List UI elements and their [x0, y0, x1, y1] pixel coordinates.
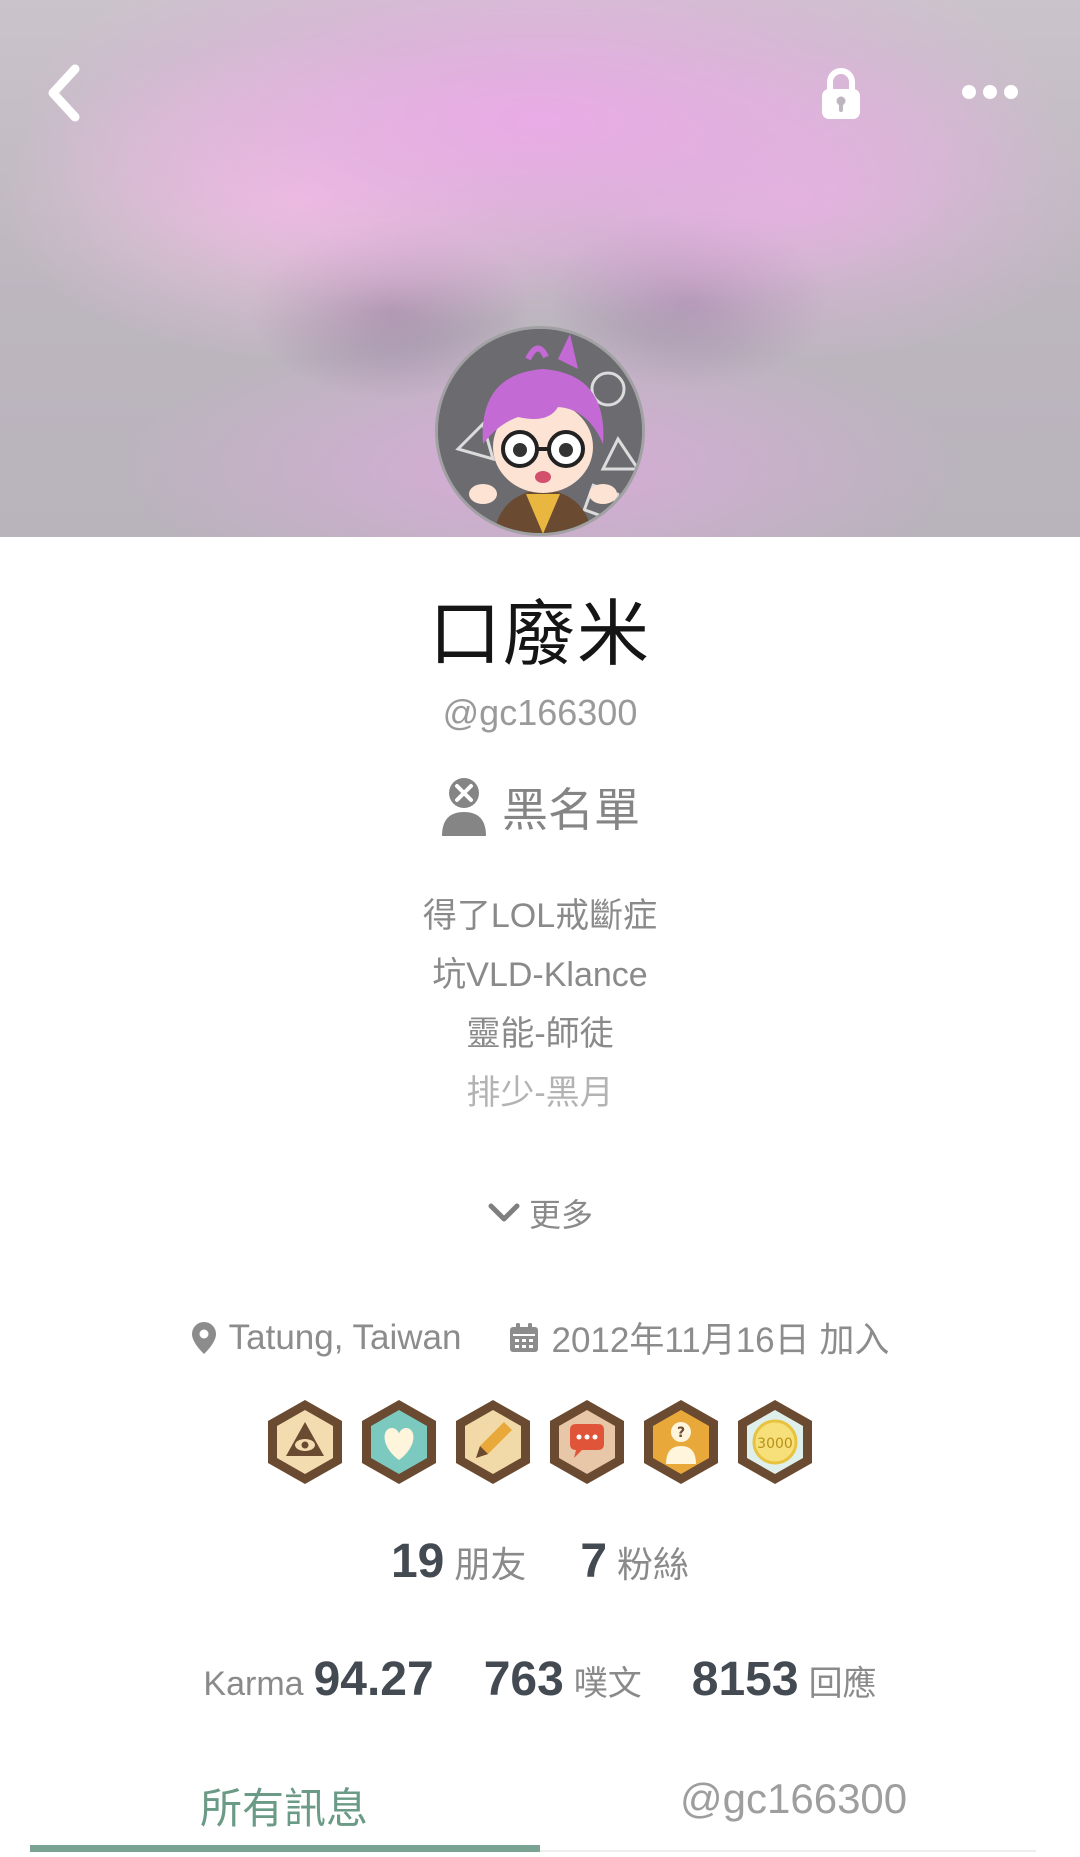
- badge-3000-text: 3000: [757, 1436, 793, 1452]
- location-text: Tatung, Taiwan: [228, 1317, 462, 1357]
- karma-value: 94.27: [313, 1653, 434, 1706]
- tab-mentions[interactable]: @gc166300: [680, 1775, 907, 1823]
- chevron-down-icon: [488, 1203, 520, 1222]
- plurks-count: 763: [483, 1653, 564, 1706]
- eye-triangle-badge[interactable]: [266, 1398, 344, 1486]
- svg-text:?: ?: [677, 1425, 685, 1441]
- calendar-icon: [509, 1322, 538, 1352]
- active-tab-indicator: [30, 1845, 540, 1852]
- more-options-button[interactable]: [950, 62, 1030, 122]
- show-more-button[interactable]: 更多: [0, 1190, 1080, 1236]
- karma-label: Karma: [203, 1665, 304, 1703]
- activity-stats: Karma 94.27 763 噗文 8153 回應: [0, 1652, 1080, 1707]
- join-date-text: 2012年11月16日 加入: [551, 1321, 890, 1360]
- user-blocked-icon: [442, 778, 486, 836]
- fans-count[interactable]: 7: [580, 1534, 607, 1589]
- bio-line: 得了LOL戒斷症: [422, 897, 658, 935]
- more-dots-icon: [962, 85, 1018, 99]
- tab-all-messages[interactable]: 所有訊息: [200, 1775, 368, 1836]
- bio-line: 靈能-師徒: [466, 1015, 614, 1053]
- user-handle: @gc166300: [442, 692, 638, 733]
- pencil-badge[interactable]: [454, 1398, 532, 1486]
- friends-count[interactable]: 19: [391, 1534, 444, 1589]
- bio-line: 坑VLD-Klance: [432, 956, 648, 994]
- blacklist-label: 黑名單: [502, 783, 640, 837]
- show-more-label: 更多: [528, 1196, 593, 1234]
- avatar[interactable]: [435, 326, 645, 536]
- chevron-left-icon: [48, 64, 80, 122]
- privacy-lock-button[interactable]: [806, 56, 876, 132]
- bio-line: 排少-黑月: [466, 1074, 614, 1112]
- responses-label: 回應: [808, 1665, 877, 1703]
- person-question-badge[interactable]: ?: [642, 1398, 720, 1486]
- heart-badge[interactable]: [360, 1398, 438, 1486]
- badge-list: ? 3000: [0, 1398, 1080, 1486]
- back-button[interactable]: [28, 48, 98, 138]
- blacklist-button[interactable]: 黑名單: [0, 774, 1080, 840]
- tab-divider: [540, 1850, 1036, 1852]
- responses-count: 8153: [691, 1653, 799, 1706]
- chat-badge[interactable]: [548, 1398, 626, 1486]
- location-pin-icon: [191, 1321, 216, 1354]
- social-counts: 19 朋友 7 粉絲: [0, 1534, 1080, 1589]
- display-name: 口廢米: [428, 592, 651, 676]
- 3000-badge[interactable]: 3000: [736, 1398, 814, 1486]
- profile-meta: Tatung, Taiwan 2012年11月16日 加入: [0, 1312, 1080, 1363]
- friends-label[interactable]: 朋友: [454, 1536, 526, 1588]
- fans-label[interactable]: 粉絲: [617, 1536, 689, 1588]
- plurks-label: 噗文: [573, 1665, 642, 1703]
- avatar-illustration: [438, 329, 642, 533]
- lock-icon: [822, 68, 860, 119]
